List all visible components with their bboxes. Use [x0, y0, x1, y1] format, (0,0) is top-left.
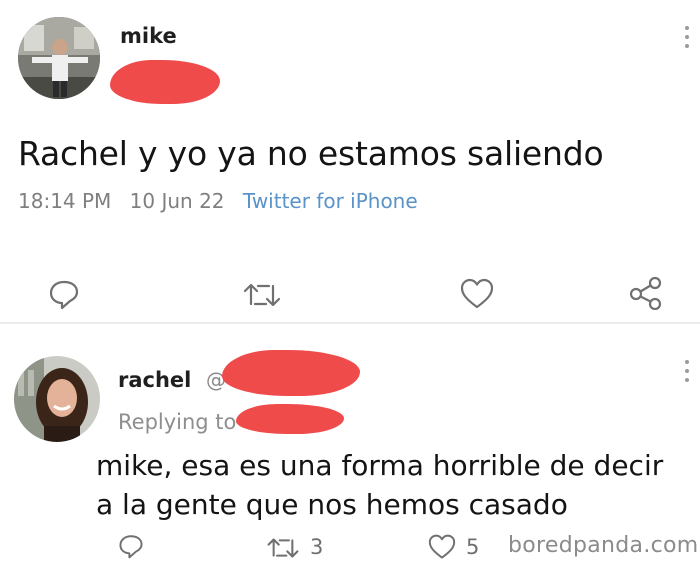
mike-avatar[interactable]: [18, 17, 100, 99]
reply-comment-icon[interactable]: [118, 533, 144, 563]
tweet-meta: 18:14 PM 10 Jun 22 Twitter for iPhone: [18, 189, 418, 213]
heart-icon[interactable]: [460, 278, 494, 314]
redacted-handle: [110, 60, 220, 104]
comment-icon[interactable]: [48, 278, 80, 314]
boredpanda-watermark: boredpanda.com: [508, 533, 699, 558]
replying-to-label: Replying to: [118, 410, 237, 434]
redacted-reply-handle: [222, 350, 360, 396]
tweet-date: 10 Jun 22: [129, 189, 225, 213]
author-name[interactable]: mike: [120, 24, 177, 48]
retweet-icon[interactable]: [242, 280, 282, 314]
reply-author-name[interactable]: rachel: [118, 368, 191, 392]
reply-like-count: 5: [466, 535, 480, 559]
rachel-avatar-image: [14, 356, 100, 442]
tweet-client-link[interactable]: Twitter for iPhone: [243, 189, 418, 213]
redacted-replying-to-handle: [236, 404, 344, 434]
original-tweet: mike Rachel y yo ya no estamos saliendo …: [0, 0, 700, 324]
reply-more-options-icon[interactable]: [684, 360, 690, 384]
share-icon[interactable]: [628, 276, 664, 314]
tweet-text: Rachel y yo ya no estamos saliendo: [18, 134, 604, 173]
more-options-icon[interactable]: [684, 26, 690, 50]
screenshot: mike Rachel y yo ya no estamos saliendo …: [0, 0, 700, 571]
tweet-time: 18:14 PM: [18, 189, 112, 213]
reply-retweet-icon[interactable]: [266, 535, 300, 565]
reply-text: mike, esa es una forma horrible de decir…: [96, 446, 696, 524]
reply-text-line-2: a la gente que nos hemos casado: [96, 488, 568, 521]
mike-avatar-image: [18, 17, 100, 99]
reply-retweet-count: 3: [310, 535, 324, 559]
reply-text-line-1: mike, esa es una forma horrible de decir: [96, 449, 664, 482]
rachel-avatar[interactable]: [14, 356, 100, 442]
reply-heart-icon[interactable]: [428, 534, 456, 564]
